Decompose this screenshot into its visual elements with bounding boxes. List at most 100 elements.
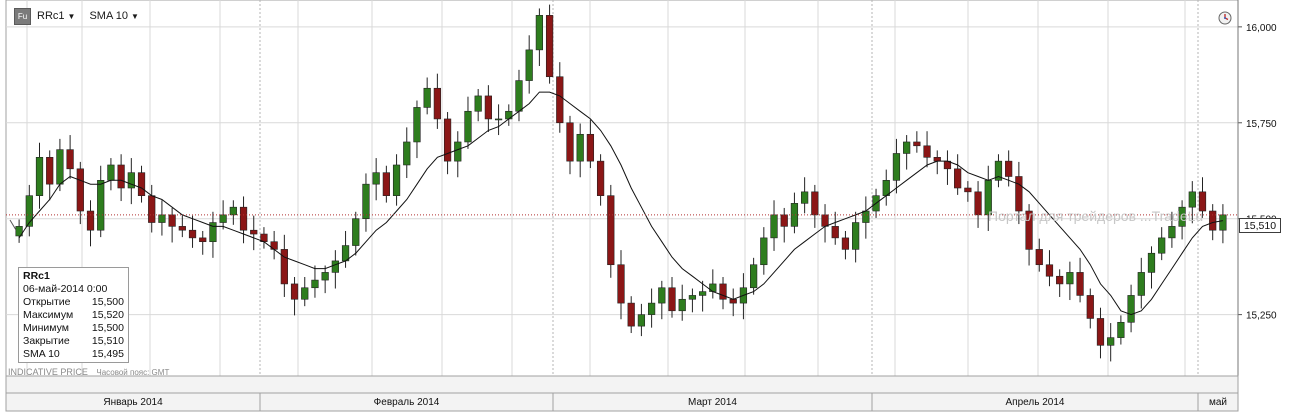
candle-body[interactable] [1045, 264, 1054, 277]
candle-body[interactable] [617, 264, 625, 304]
candle-body[interactable] [586, 133, 595, 162]
instrument-dropdown[interactable]: RRc1 ▼ [37, 10, 75, 22]
candle-body[interactable] [535, 15, 544, 51]
candle-body[interactable] [729, 298, 737, 304]
clock-icon[interactable] [1218, 11, 1232, 25]
candle-body[interactable] [311, 279, 319, 289]
candle-body[interactable] [750, 264, 758, 289]
candle-body[interactable] [1005, 160, 1013, 177]
candle-body[interactable] [1137, 272, 1145, 296]
candle-body[interactable] [892, 153, 901, 181]
candle-body[interactable] [117, 164, 125, 189]
candle-body[interactable] [178, 226, 186, 231]
candle-body[interactable] [1035, 249, 1043, 266]
candle-body[interactable] [168, 214, 176, 227]
price-chart[interactable]: 15,25015,50015,75016,0000613212703101824… [0, 0, 1290, 413]
candle-body[interactable] [250, 229, 258, 235]
candle-body[interactable] [607, 195, 615, 266]
candle-body[interactable] [852, 222, 860, 250]
candle-body[interactable] [290, 283, 299, 300]
candle-body[interactable] [331, 260, 339, 273]
candle-body[interactable] [35, 157, 44, 196]
candle-body[interactable] [1086, 295, 1094, 319]
candle-body[interactable] [86, 210, 95, 231]
candle-body[interactable] [1168, 226, 1176, 239]
candle-body[interactable] [46, 157, 54, 185]
candle-body[interactable] [484, 95, 492, 120]
candle-body[interactable] [556, 76, 564, 124]
candle-body[interactable] [770, 214, 778, 239]
candle-body[interactable] [903, 141, 911, 154]
candle-body[interactable] [1147, 252, 1156, 273]
candle-body[interactable] [515, 80, 523, 112]
candle-body[interactable] [1066, 272, 1074, 285]
candle-body[interactable] [658, 287, 666, 304]
candle-body[interactable] [239, 206, 248, 231]
candle-body[interactable] [525, 49, 533, 81]
candle-body[interactable] [56, 149, 64, 185]
candle-body[interactable] [862, 210, 870, 223]
candle-body[interactable] [811, 191, 819, 216]
indicator-dropdown[interactable]: SMA 10 ▼ [89, 10, 138, 22]
candle-body[interactable] [698, 291, 707, 296]
candle-body[interactable] [545, 15, 554, 78]
candle-body[interactable] [474, 95, 482, 112]
candle-body[interactable] [76, 168, 84, 212]
candle-body[interactable] [372, 172, 380, 185]
candle-body[interactable] [413, 107, 421, 143]
candle-body[interactable] [954, 168, 962, 189]
candle-body[interactable] [1076, 272, 1084, 296]
candle-body[interactable] [933, 157, 941, 162]
candle-body[interactable] [576, 133, 584, 162]
candle-body[interactable] [321, 272, 329, 281]
candle-body[interactable] [1107, 337, 1115, 346]
candle-body[interactable] [1188, 191, 1196, 208]
candle-body[interactable] [974, 191, 982, 216]
candle-body[interactable] [464, 110, 472, 143]
candle-body[interactable] [403, 141, 411, 166]
candle-body[interactable] [229, 206, 237, 216]
candle-body[interactable] [148, 195, 156, 223]
candle-body[interactable] [301, 287, 309, 300]
candle-body[interactable] [97, 180, 105, 231]
candle-body[interactable] [760, 237, 768, 266]
candle-body[interactable] [1056, 275, 1064, 285]
candle-body[interactable] [821, 214, 829, 227]
candle-body[interactable] [668, 287, 676, 312]
candle-body[interactable] [352, 218, 360, 246]
candle-body[interactable] [780, 214, 788, 227]
candle-body[interactable] [127, 172, 135, 189]
candle-body[interactable] [66, 149, 74, 170]
candle-body[interactable] [923, 145, 931, 158]
candle-body[interactable] [964, 187, 972, 193]
candle-body[interactable] [362, 183, 370, 219]
candle-body[interactable] [433, 87, 441, 120]
candle-body[interactable] [188, 229, 197, 239]
candle-body[interactable] [107, 164, 115, 181]
candle-body[interactable] [280, 249, 288, 285]
candle-body[interactable] [1015, 176, 1023, 212]
candle-body[interactable] [913, 141, 921, 147]
candle-body[interactable] [392, 164, 401, 196]
candle-body[interactable] [494, 118, 503, 121]
candle-body[interactable] [841, 237, 850, 250]
candle-body[interactable] [1096, 318, 1105, 346]
candle-body[interactable] [688, 295, 697, 300]
candle-body[interactable] [137, 172, 146, 196]
candle-body[interactable] [219, 214, 227, 223]
candle-body[interactable] [454, 141, 462, 162]
candle-body[interactable] [382, 172, 390, 196]
candle-body[interactable] [678, 298, 686, 312]
candle-body[interactable] [801, 191, 809, 204]
candle-body[interactable] [1158, 237, 1166, 254]
candle-body[interactable] [199, 237, 207, 243]
candle-body[interactable] [719, 283, 727, 300]
candle-body[interactable] [1127, 295, 1135, 323]
candle-body[interactable] [647, 302, 656, 315]
candle-body[interactable] [831, 226, 839, 239]
candle-body[interactable] [566, 122, 574, 162]
candle-body[interactable] [1117, 321, 1125, 338]
candle-body[interactable] [158, 214, 166, 223]
candle-body[interactable] [627, 302, 635, 327]
candle-body[interactable] [423, 87, 431, 108]
